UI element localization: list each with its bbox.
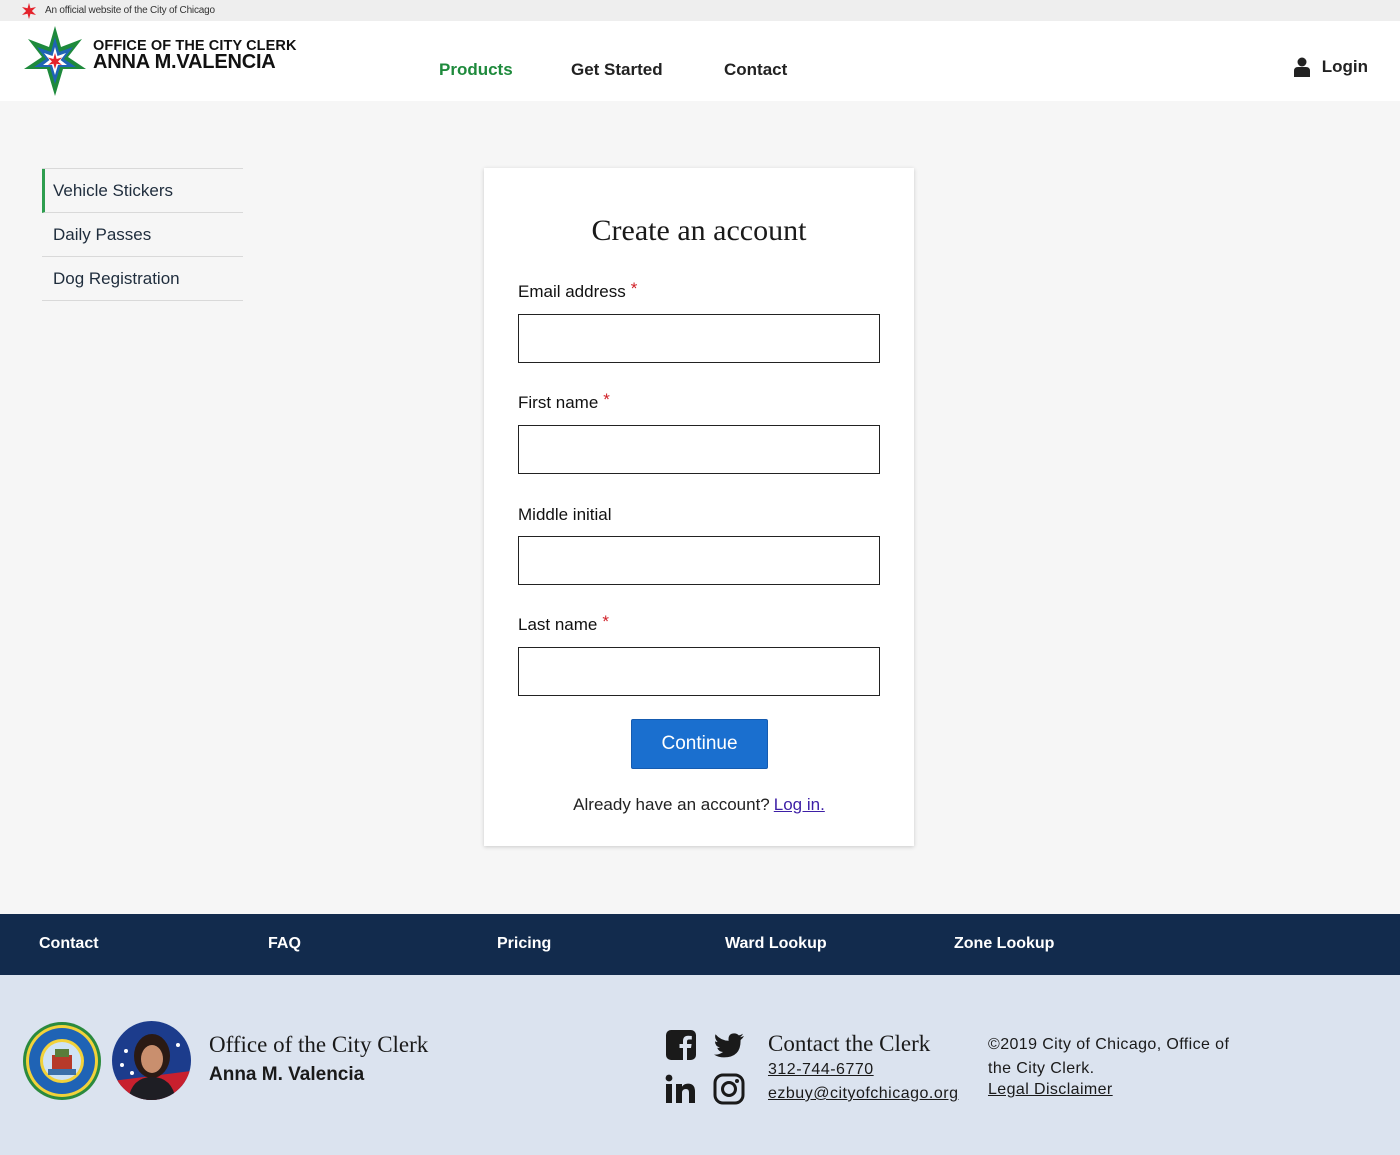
last-name-label: Last name * [518,612,610,635]
footer-phone-link[interactable]: 312-744-6770 [768,1061,874,1079]
required-marker: * [630,279,638,298]
instagram-icon[interactable] [713,1073,745,1105]
nav-contact[interactable]: Contact [724,60,787,80]
footer-email-link[interactable]: ezbuy@cityofchicago.org [768,1085,959,1103]
clerk-logo[interactable]: OFFICE OF THE CITY CLERK ANNA M.VALENCIA [22,25,297,97]
footer-clerk-name: Anna M. Valencia [209,1064,365,1085]
sidebar-item-dog-registration[interactable]: Dog Registration [42,257,243,301]
email-label-text: Email address [518,282,626,301]
login-prompt-text: Already have an account? [573,795,770,814]
facebook-icon[interactable] [665,1029,697,1061]
last-name-label-text: Last name [518,615,598,634]
middle-initial-label-text: Middle initial [518,505,612,524]
sidebar-item-label: Dog Registration [53,268,180,288]
nav-get-started[interactable]: Get Started [571,60,663,80]
linkedin-icon[interactable] [665,1073,697,1105]
official-site-text: An official website of the City of Chica… [45,5,215,16]
last-name-field[interactable] [518,647,880,696]
footer-office-title: Office of the City Clerk [209,1032,429,1057]
sidebar-item-label: Daily Passes [53,224,152,244]
footer-contact-title: Contact the Clerk [768,1031,931,1056]
login-label: Login [1321,57,1368,76]
first-name-field[interactable] [518,425,880,474]
star-logo-icon [24,26,86,96]
create-account-card: Create an account Email address * First n… [484,168,914,846]
avatar [112,1021,191,1100]
footer-link-faq[interactable]: FAQ [268,935,301,953]
first-name-label: First name * [518,390,610,413]
login-prompt: Already have an account? Log in. [484,795,914,815]
footer-link-zone-lookup[interactable]: Zone Lookup [954,935,1054,953]
required-marker: * [602,612,610,631]
required-marker: * [603,390,610,409]
sidebar-item-label: Vehicle Stickers [53,180,173,200]
login-link[interactable]: Log in. [774,795,825,814]
city-seal-icon [23,1022,101,1100]
first-name-label-text: First name [518,393,599,412]
user-icon [1293,57,1310,77]
middle-initial-label: Middle initial [518,505,612,525]
login-button[interactable]: Login [1293,57,1368,77]
sidebar-item-vehicle-stickers[interactable]: Vehicle Stickers [42,169,243,213]
chicago-star-icon [21,2,37,19]
twitter-icon[interactable] [713,1029,745,1061]
email-label: Email address * [518,279,638,302]
sidebar-item-daily-passes[interactable]: Daily Passes [42,213,243,257]
middle-initial-field[interactable] [518,536,880,585]
email-field[interactable] [518,314,880,363]
product-sidebar: Vehicle Stickers Daily Passes Dog Regist… [42,168,243,301]
site-footer: Office of the City Clerk Anna M. Valenci… [0,975,1400,1155]
footer-link-contact[interactable]: Contact [39,935,99,953]
nav-products[interactable]: Products [439,60,513,80]
logo-line-name: ANNA M.VALENCIA [93,50,276,73]
page-title: Create an account [591,214,807,247]
legal-disclaimer-link[interactable]: Legal Disclaimer [988,1081,1113,1099]
site-header: OFFICE OF THE CITY CLERK ANNA M.VALENCIA… [0,21,1400,101]
footer-link-pricing[interactable]: Pricing [497,935,551,953]
official-site-bar: An official website of the City of Chica… [0,0,1400,21]
footer-nav: Contact FAQ Pricing Ward Lookup Zone Loo… [0,914,1400,975]
continue-button[interactable]: Continue [631,719,768,769]
footer-link-ward-lookup[interactable]: Ward Lookup [725,935,827,953]
footer-copyright: ©2019 City of Chicago, Office of the Cit… [988,1036,1230,1077]
